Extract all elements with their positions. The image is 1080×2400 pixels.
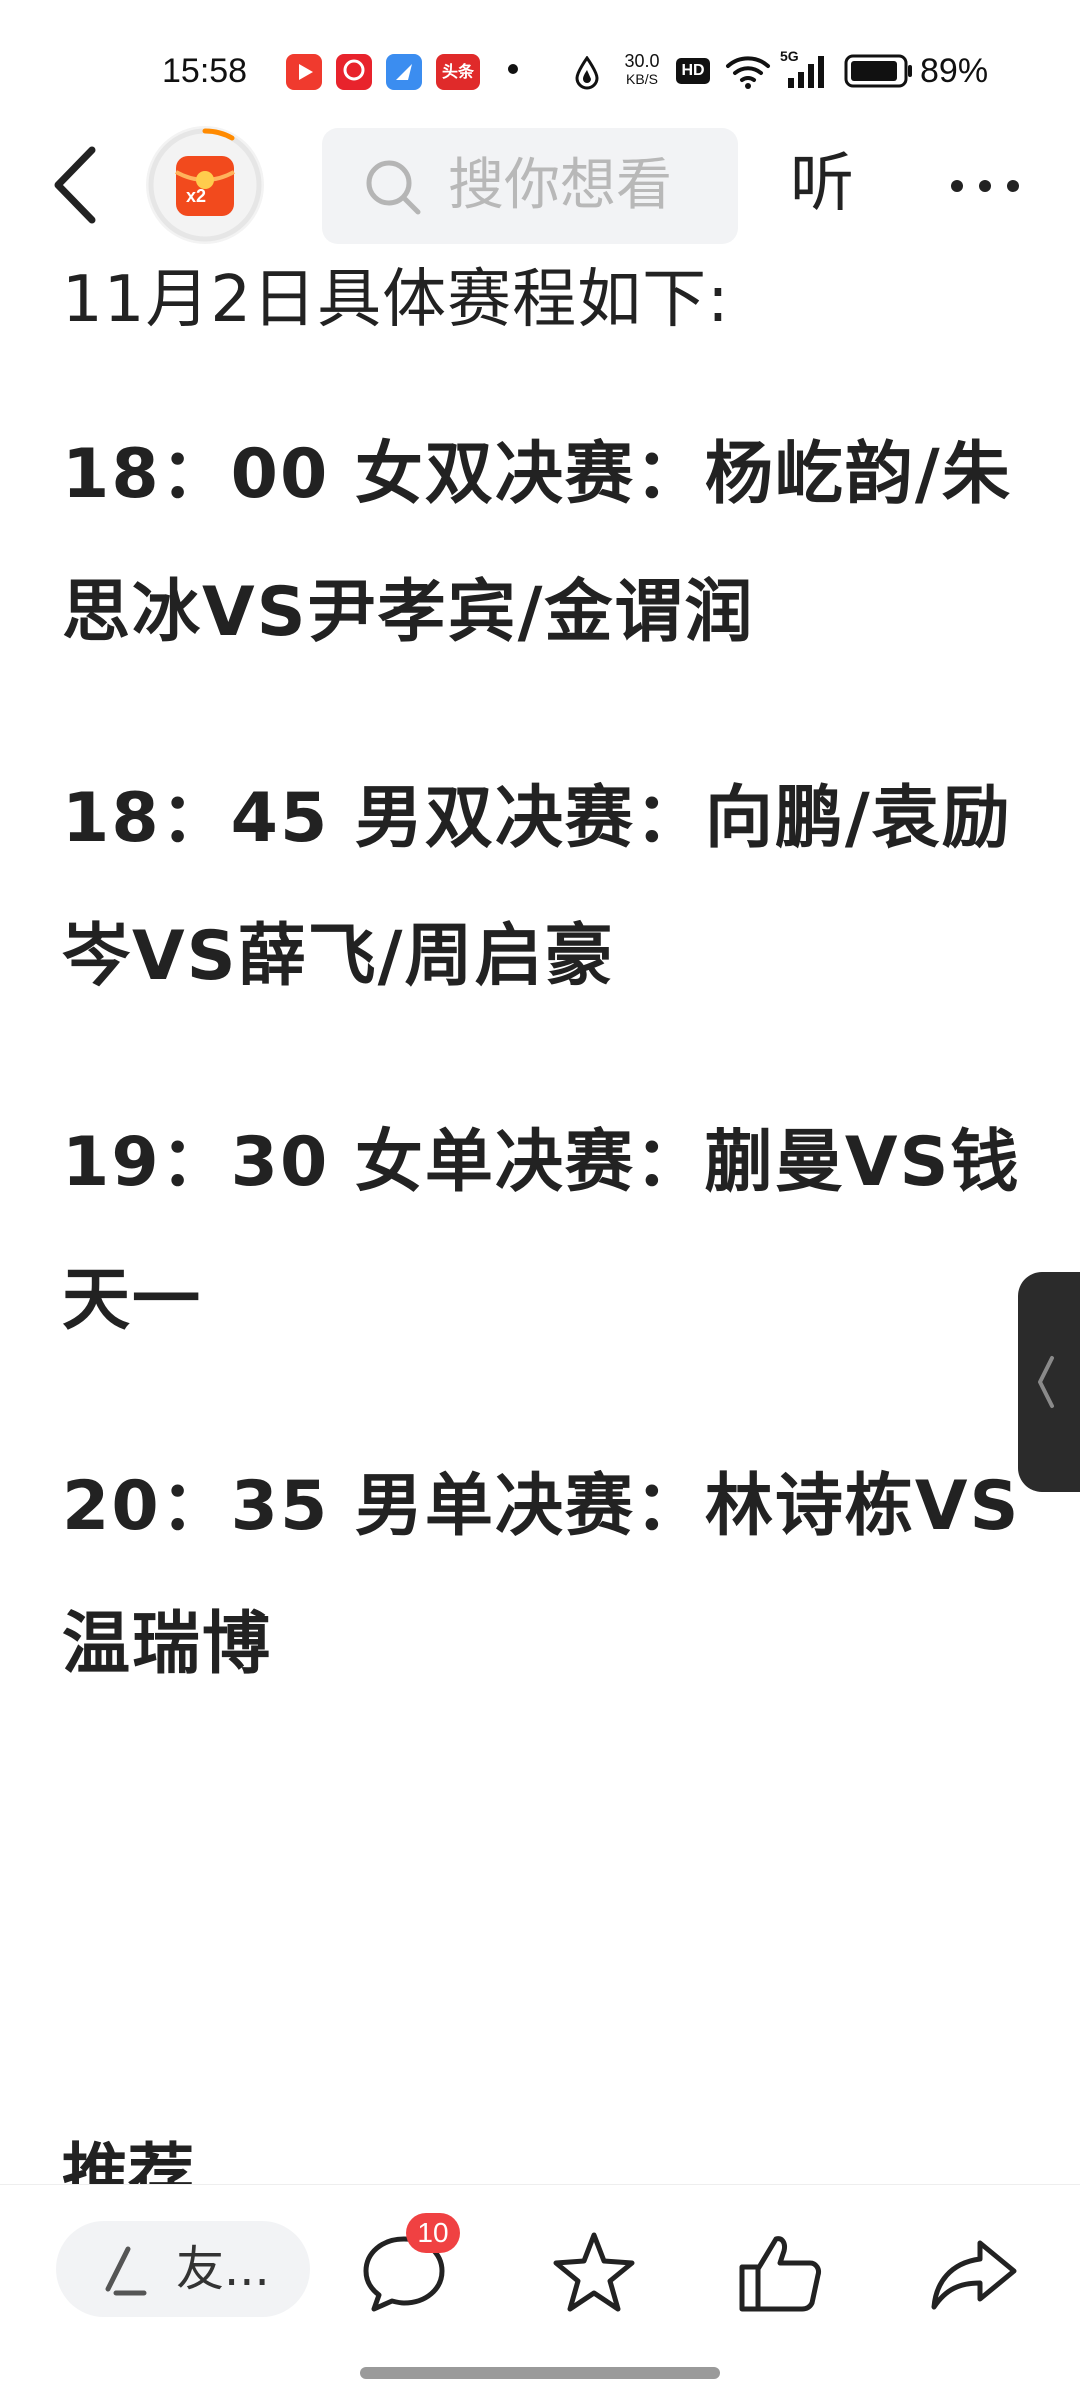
toutiao-app-icon: 头条: [436, 54, 480, 90]
like-button[interactable]: [732, 2225, 828, 2321]
network-type-label: 5G: [780, 48, 799, 64]
search-icon: [366, 160, 421, 215]
network-speed: 30.0 KB/S: [614, 52, 670, 88]
schedule-item-womens-singles: 19：30 女单决赛：蒯曼VS钱天一: [62, 1123, 1021, 1340]
comment-placeholder: 友...: [176, 2241, 270, 2297]
side-drawer-handle[interactable]: [1018, 1272, 1080, 1492]
data-saver-icon: [575, 56, 599, 90]
chevron-left-icon: [54, 146, 96, 224]
comment-input[interactable]: 友...: [56, 2221, 310, 2317]
schedule-heading: 11月2日具体赛程如下:: [62, 263, 730, 337]
bottom-action-bar: 友... 10: [0, 2184, 1080, 2400]
redpacket-icon: [148, 128, 262, 242]
network-speed-value: 30.0: [624, 51, 660, 71]
wifi-icon: [726, 56, 770, 89]
top-navigation: x2 搜你想看 听: [0, 120, 1080, 250]
browser-app-icon: [386, 54, 422, 90]
article-screen: 15:58 头条 30.0 KB/S HD 5G 89% x2 搜你想看 听 1…: [0, 0, 1080, 2400]
battery-icon: [844, 54, 912, 88]
shopping-app-icon: [336, 54, 372, 90]
thumbs-up-icon: [739, 2236, 821, 2312]
status-bar: 15:58 头条 30.0 KB/S HD 5G 89%: [0, 0, 1080, 120]
battery-percent: 89%: [920, 52, 989, 90]
redpacket-multiplier: x2: [186, 186, 207, 206]
more-horizontal-icon: [951, 180, 1019, 192]
star-icon: [553, 2232, 635, 2312]
home-indicator[interactable]: [360, 2367, 720, 2379]
search-placeholder: 搜你想看: [448, 153, 672, 218]
favorite-button[interactable]: [546, 2225, 642, 2321]
redpacket-reward-button[interactable]: x2: [146, 126, 264, 244]
pen-icon: [105, 2246, 147, 2296]
notification-more-dot: [508, 64, 518, 74]
network-speed-unit: KB/S: [626, 71, 658, 87]
video-app-icon: [286, 54, 322, 90]
schedule-item-mens-singles: 20：35 男单决赛：林诗栋VS温瑞博: [62, 1467, 1021, 1684]
recommend-section-heading: 推荐: [62, 2136, 194, 2184]
status-time: 15:58: [162, 52, 248, 90]
schedule-item-mens-doubles: 18：45 男双决赛：向鹏/袁励岑VS薛飞/周启豪: [62, 779, 1012, 996]
share-arrow-icon: [931, 2240, 1017, 2310]
hd-badge: HD: [676, 58, 710, 84]
share-button[interactable]: [926, 2225, 1022, 2321]
article-body: 11月2日具体赛程如下: 18：00 女双决赛：杨屹韵/朱思冰VS尹孝宾/金谓润…: [62, 250, 1022, 1782]
listen-button[interactable]: 听: [790, 146, 854, 222]
chevron-left-small-icon: [1038, 1356, 1054, 1408]
comment-count-badge: 10: [406, 2213, 460, 2253]
more-options-button[interactable]: [940, 140, 1030, 230]
schedule-item-womens-doubles: 18：00 女双决赛：杨屹韵/朱思冰VS尹孝宾/金谓润: [62, 435, 1012, 652]
back-button[interactable]: [40, 140, 120, 230]
search-input[interactable]: 搜你想看: [322, 128, 738, 244]
